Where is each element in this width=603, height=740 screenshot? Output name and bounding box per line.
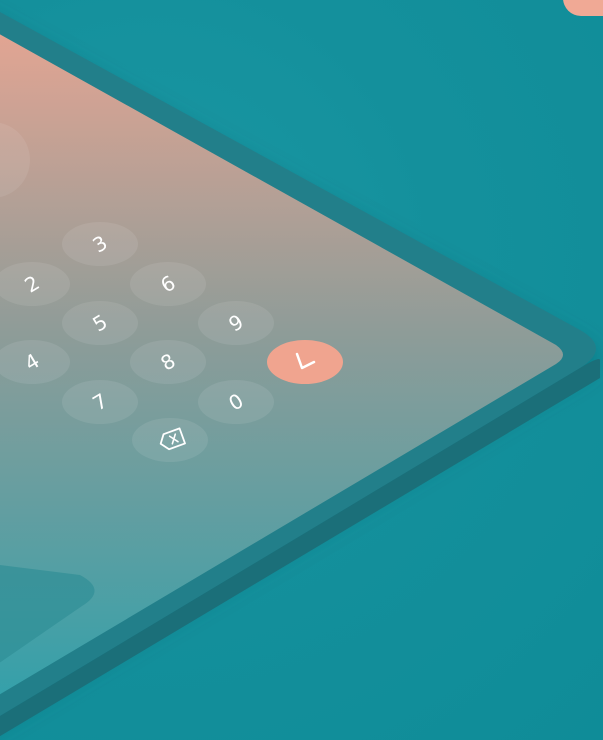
delete-button-bg (132, 418, 208, 462)
tablet-illustration: 3 2 6 5 9 4 8 7 0 (0, 11, 600, 737)
key-0[interactable]: 0 (198, 380, 274, 424)
delete-button[interactable] (132, 418, 208, 462)
tablet-scene: 3 2 6 5 9 4 8 7 0 (0, 0, 603, 740)
key-8[interactable]: 8 (130, 340, 206, 384)
key-5[interactable]: 5 (62, 301, 138, 345)
key-6[interactable]: 6 (130, 262, 206, 306)
confirm-button[interactable] (267, 340, 343, 384)
key-7[interactable]: 7 (62, 380, 138, 424)
key-3[interactable]: 3 (62, 222, 138, 266)
key-9[interactable]: 9 (198, 301, 274, 345)
confirm-button-bg (267, 340, 343, 384)
